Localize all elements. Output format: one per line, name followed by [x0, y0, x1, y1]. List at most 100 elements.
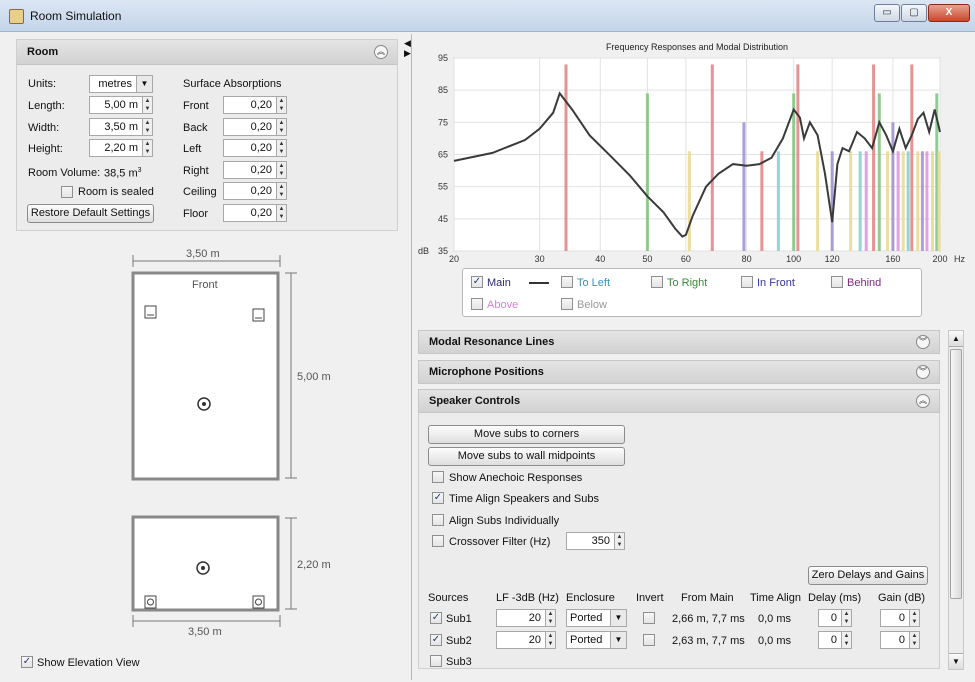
surface-spinner-back[interactable]: 0,20 ▲ ▼ — [223, 117, 287, 136]
invert-checkbox[interactable] — [643, 633, 655, 646]
spinner-arrows-icon[interactable]: ▲ ▼ — [142, 119, 152, 135]
x-tick-label: 60 — [681, 254, 691, 264]
spinner-arrows-icon[interactable]: ▲ ▼ — [545, 631, 555, 648]
source-checkbox-sub3[interactable] — [430, 655, 442, 667]
surface-value: 0,20 — [250, 185, 272, 197]
legend-checkbox-below[interactable] — [561, 298, 573, 310]
split-divider[interactable] — [411, 34, 412, 680]
surface-value: 0,20 — [250, 99, 272, 111]
zero-delays-gains-button[interactable]: Zero Delays and Gains — [808, 566, 928, 585]
gain-spinner[interactable]: 0 ▲ ▼ — [880, 630, 920, 649]
enclosure-select[interactable]: Ported ▼ — [566, 609, 627, 627]
scroll-down-icon[interactable]: ▼ — [949, 653, 963, 669]
spinner-arrows-icon[interactable]: ▲ ▼ — [276, 183, 286, 199]
surface-spinner-ceiling[interactable]: 0,20 ▲ ▼ — [223, 182, 287, 200]
spinner-arrows-icon[interactable]: ▲ ▼ — [841, 631, 851, 648]
surface-label-ceiling: Ceiling — [183, 186, 217, 198]
surface-spinner-front[interactable]: 0,20 ▲ ▼ — [223, 96, 287, 114]
delay-spinner[interactable]: 0 ▲ ▼ — [818, 609, 852, 627]
sub2-elevation-icon[interactable] — [252, 595, 265, 609]
legend-checkbox-above[interactable] — [471, 298, 483, 310]
surface-spinner-right[interactable]: 0,20 ▲ ▼ — [223, 160, 287, 179]
spinner-arrows-icon[interactable]: ▲ ▼ — [841, 610, 851, 626]
microphone-positions-header[interactable]: Microphone Positions ︾ — [418, 360, 940, 384]
surface-label-front: Front — [183, 100, 209, 112]
spinner-arrows-icon[interactable]: ▲ ▼ — [142, 97, 152, 113]
y-tick-label: 95 — [438, 53, 448, 63]
sub1-speaker-icon[interactable] — [144, 305, 157, 319]
lf-spinner[interactable]: 20 ▲ ▼ — [496, 630, 556, 649]
x-axis-label: Hz — [954, 254, 965, 264]
collapse-up-icon[interactable]: ︽ — [374, 45, 388, 59]
scrollbar-thumb[interactable] — [950, 349, 962, 599]
from-main-value: 2,63 m, 7,7 ms — [672, 634, 745, 647]
spinner-arrows-icon[interactable]: ▲ ▼ — [909, 610, 919, 626]
scrollbar[interactable]: ▲ ▼ — [948, 330, 964, 670]
show-elevation-checkbox[interactable]: ✓ — [21, 656, 33, 668]
anechoic-label: Show Anechoic Responses — [449, 472, 583, 484]
delay-spinner[interactable]: 0 ▲ ▼ — [818, 630, 852, 649]
move-subs-corners-button[interactable]: Move subs to corners — [428, 425, 625, 444]
modal-line-bar — [776, 151, 780, 251]
sub1-elevation-icon[interactable] — [144, 595, 157, 609]
y-tick-label: 75 — [438, 117, 448, 127]
time-align-checkbox[interactable]: ✓ — [432, 492, 444, 504]
restore-defaults-button[interactable]: Restore Default Settings — [27, 204, 154, 223]
crossover-spinner[interactable]: 350 ▲ ▼ — [566, 532, 625, 550]
spinner-arrows-icon[interactable]: ▲ ▼ — [276, 161, 286, 178]
spinner-arrows-icon[interactable]: ▲ ▼ — [614, 533, 624, 549]
source-header: Gain (dB) — [878, 592, 926, 604]
modal-resonance-header[interactable]: Modal Resonance Lines ︾ — [418, 330, 940, 354]
y-tick-label: 35 — [438, 246, 448, 256]
sub2-speaker-icon[interactable] — [252, 308, 265, 322]
y-tick-label: 85 — [438, 85, 448, 95]
room-plan-drawing — [131, 255, 297, 627]
room-sealed-checkbox[interactable] — [61, 186, 73, 198]
enclosure-value: Ported — [570, 612, 603, 624]
height-spinner[interactable]: 2,20 m ▲ ▼ — [89, 139, 153, 157]
length-spinner[interactable]: 5,00 m ▲ ▼ — [89, 96, 153, 114]
source-checkbox-sub1[interactable]: ✓ — [430, 612, 442, 624]
minimize-button[interactable]: ▭ — [874, 4, 900, 22]
spinner-arrows-icon[interactable]: ▲ ▼ — [276, 118, 286, 135]
scroll-up-icon[interactable]: ▲ — [949, 331, 963, 347]
expand-right-icon[interactable]: ▶ — [404, 48, 411, 59]
crossover-checkbox[interactable] — [432, 535, 444, 547]
spinner-arrows-icon[interactable]: ▲ ▼ — [276, 97, 286, 113]
modal-line-bar — [925, 151, 929, 251]
source-name: Sub2 — [446, 634, 472, 647]
expand-down-icon[interactable]: ︾ — [916, 365, 930, 379]
legend-checkbox-in-front[interactable] — [741, 276, 753, 288]
move-subs-midpoints-button[interactable]: Move subs to wall midpoints — [428, 447, 625, 466]
modal-line-bar — [564, 64, 568, 251]
lf-spinner[interactable]: 20 ▲ ▼ — [496, 609, 556, 627]
collapse-up-icon[interactable]: ︽ — [916, 394, 930, 408]
legend-checkbox-to-left[interactable] — [561, 276, 573, 288]
spinner-arrows-icon[interactable]: ▲ ▼ — [545, 610, 555, 626]
legend-checkbox-main[interactable]: ✓ — [471, 276, 483, 288]
height-value: 2,20 m — [104, 142, 138, 154]
legend-checkbox-to-right[interactable] — [651, 276, 663, 288]
close-button[interactable]: X — [928, 4, 970, 22]
legend-checkbox-behind[interactable] — [831, 276, 843, 288]
spinner-arrows-icon[interactable]: ▲ ▼ — [276, 140, 286, 156]
speaker-controls-header[interactable]: Speaker Controls ︽ — [418, 389, 940, 413]
spinner-arrows-icon[interactable]: ▲ ▼ — [142, 140, 152, 156]
surface-spinner-floor[interactable]: 0,20 ▲ ▼ — [223, 203, 287, 222]
maximize-button[interactable]: ▢ — [901, 4, 927, 22]
units-select[interactable]: metres ▼ — [89, 75, 153, 93]
enclosure-select[interactable]: Ported ▼ — [566, 630, 627, 649]
y-tick-label: 65 — [438, 150, 448, 160]
gain-spinner[interactable]: 0 ▲ ▼ — [880, 609, 920, 627]
spinner-arrows-icon[interactable]: ▲ ▼ — [276, 204, 286, 221]
expand-down-icon[interactable]: ︾ — [916, 335, 930, 349]
window-title: Room Simulation — [30, 9, 122, 23]
invert-checkbox[interactable] — [643, 612, 655, 624]
source-checkbox-sub2[interactable]: ✓ — [430, 633, 442, 646]
anechoic-checkbox[interactable] — [432, 471, 444, 483]
width-spinner[interactable]: 3,50 m ▲ ▼ — [89, 118, 153, 136]
align-individually-checkbox[interactable] — [432, 514, 444, 526]
spinner-arrows-icon[interactable]: ▲ ▼ — [909, 631, 919, 648]
surface-spinner-left[interactable]: 0,20 ▲ ▼ — [223, 139, 287, 157]
modal-line-bar — [901, 151, 905, 251]
